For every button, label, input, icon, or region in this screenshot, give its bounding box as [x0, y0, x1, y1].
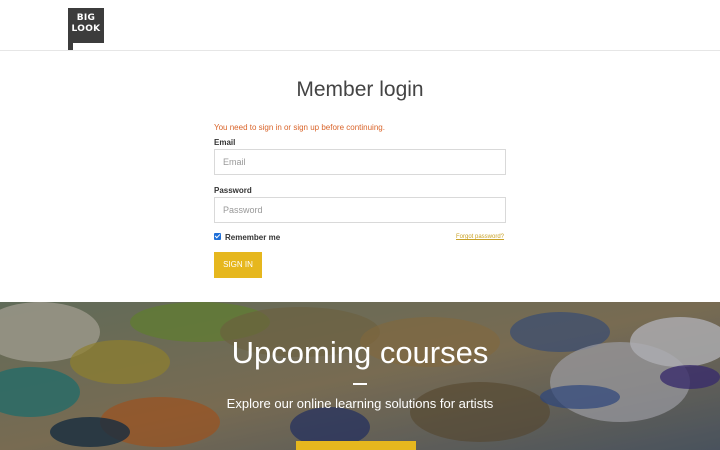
signin-notice: You need to sign in or sign up before co… [214, 123, 385, 132]
site-header: BIG LOOK [0, 0, 720, 51]
forgot-password-link[interactable]: Forgot password? [456, 234, 504, 240]
big-look-logo[interactable]: BIG LOOK [68, 8, 104, 50]
hero-subtitle: Explore our online learning solutions fo… [226, 396, 494, 411]
password-field[interactable] [214, 197, 506, 223]
hero-title: Upcoming courses [231, 335, 489, 370]
logo-line-2: LOOK [71, 24, 101, 34]
remember-me-checkbox[interactable] [214, 233, 221, 240]
hero-divider [353, 383, 367, 385]
page-title: Member login [296, 78, 424, 101]
password-label: Password [214, 186, 252, 195]
paint-palette-background [0, 302, 720, 450]
hero-cta-button[interactable] [296, 441, 416, 450]
remember-me-label[interactable]: Remember me [225, 233, 280, 242]
email-label: Email [214, 138, 236, 147]
logo-tail [68, 41, 73, 50]
email-field[interactable] [214, 149, 506, 175]
courses-hero: Upcoming courses Explore our online lear… [0, 302, 720, 450]
sign-in-button[interactable]: SIGN IN [214, 252, 262, 278]
logo-line-1: BIG [76, 13, 96, 23]
